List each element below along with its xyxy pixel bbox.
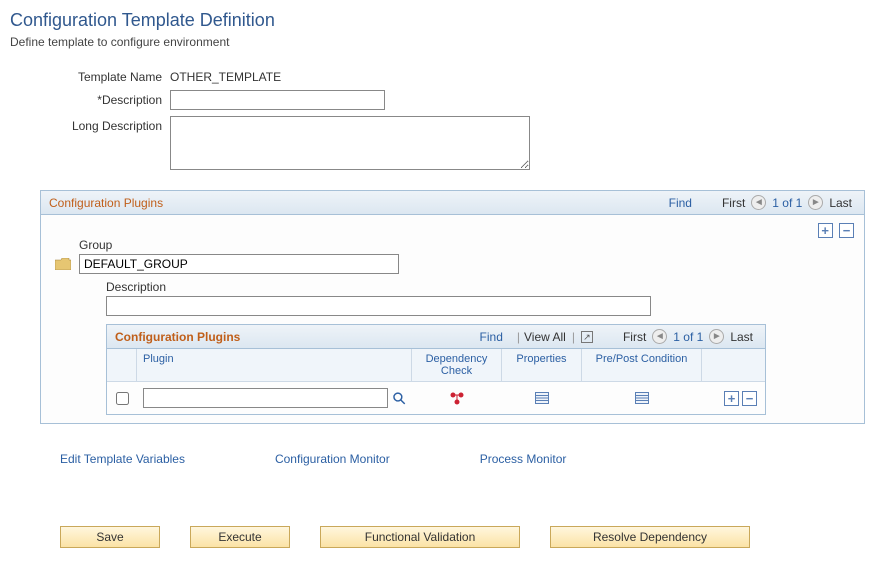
edit-template-variables-link[interactable]: Edit Template Variables [60,452,185,466]
inner-first-label[interactable]: First [623,330,646,344]
group-input[interactable] [79,254,399,274]
description-input[interactable] [170,90,385,110]
template-name-label: Template Name [10,67,170,84]
group-label: Group [79,238,854,252]
page-subtitle: Define template to configure environment [10,35,860,49]
inner-viewall-link[interactable]: View All [524,330,566,344]
popout-icon[interactable]: ↗ [581,331,593,343]
table-row: + − [107,382,765,414]
outer-prev-button[interactable]: ◄ [751,195,766,210]
row-checkbox[interactable] [116,392,129,405]
inner-plugins-panel: Configuration Plugins Find | View All | … [106,324,766,415]
lookup-icon[interactable] [392,391,406,405]
folder-icon [55,258,71,270]
inner-next-button[interactable]: ► [709,329,724,344]
resolve-dependency-button[interactable]: Resolve Dependency [550,526,750,548]
outer-panel-header: Configuration Plugins Find First ◄ 1 of … [41,191,864,215]
inner-delete-row-button[interactable]: − [742,391,757,406]
inner-last-label[interactable]: Last [730,330,753,344]
description-label: *Description [10,90,170,107]
inner-panel-title: Configuration Plugins [115,330,240,344]
inner-panel-header: Configuration Plugins Find | View All | … [107,325,765,349]
col-plugin[interactable]: Plugin [137,349,412,381]
outer-panel-title: Configuration Plugins [49,196,163,210]
inner-counter: 1 of 1 [673,330,703,344]
configuration-plugins-panel: Configuration Plugins Find First ◄ 1 of … [40,190,865,424]
col-dependency[interactable]: Dependency Check [412,349,502,381]
outer-find-link[interactable]: Find [669,196,692,210]
dependency-check-icon[interactable] [449,391,465,405]
group-description-input[interactable] [106,296,651,316]
col-properties[interactable]: Properties [502,349,582,381]
properties-icon[interactable] [535,392,549,404]
prepost-icon[interactable] [635,392,649,404]
group-description-label: Description [106,280,854,294]
outer-counter: 1 of 1 [772,196,802,210]
long-description-label: Long Description [10,116,170,133]
long-description-input[interactable] [170,116,530,170]
template-name-value: OTHER_TEMPLATE [170,67,281,84]
inner-find-link[interactable]: Find [480,330,503,344]
functional-validation-button[interactable]: Functional Validation [320,526,520,548]
col-prepost[interactable]: Pre/Post Condition [582,349,702,381]
inner-column-header-row: Plugin Dependency Check Properties Pre/P… [107,349,765,382]
outer-first-label[interactable]: First [722,196,745,210]
configuration-monitor-link[interactable]: Configuration Monitor [275,452,390,466]
outer-next-button[interactable]: ► [808,195,823,210]
process-monitor-link[interactable]: Process Monitor [480,452,567,466]
outer-delete-row-button[interactable]: − [839,223,854,238]
execute-button[interactable]: Execute [190,526,290,548]
save-button[interactable]: Save [60,526,160,548]
inner-prev-button[interactable]: ◄ [652,329,667,344]
inner-add-row-button[interactable]: + [724,391,739,406]
plugin-input[interactable] [143,388,388,408]
outer-last-label[interactable]: Last [829,196,852,210]
page-title: Configuration Template Definition [10,10,860,31]
outer-add-row-button[interactable]: + [818,223,833,238]
